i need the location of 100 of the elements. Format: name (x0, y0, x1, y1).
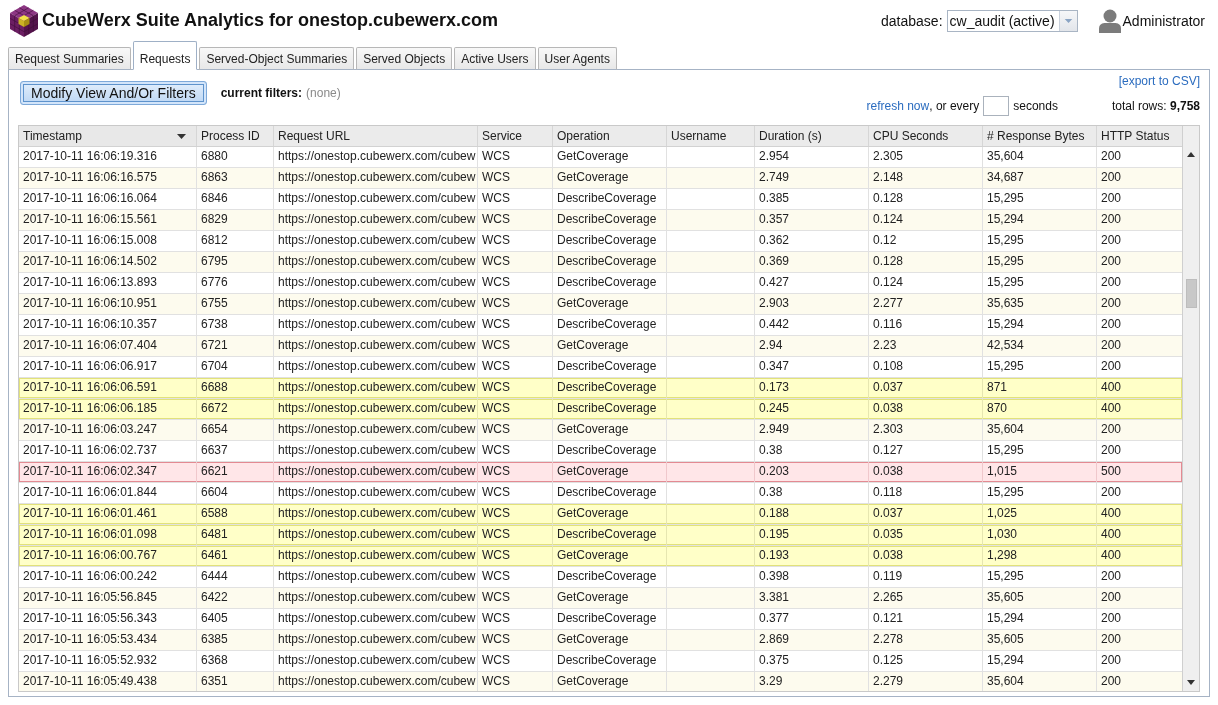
table-cell: 2017-10-11 16:06:13.893 (19, 273, 197, 293)
table-cell: https://onestop.cubewerx.com/cubew (274, 420, 478, 440)
table-cell: GetCoverage (553, 420, 667, 440)
refresh-interval-field[interactable] (983, 96, 1010, 116)
table-cell: 0.385 (755, 189, 869, 209)
table-cell: 6654 (197, 420, 274, 440)
table-cell: 2017-10-11 16:06:06.185 (19, 399, 197, 419)
table-cell: 2017-10-11 16:06:10.357 (19, 315, 197, 335)
table-cell: DescribeCoverage (553, 378, 667, 398)
table-cell: 1,025 (983, 504, 1097, 524)
table-cell: https://onestop.cubewerx.com/cubew (274, 231, 478, 251)
table-cell: WCS (478, 147, 553, 167)
table-cell: https://onestop.cubewerx.com/cubew (274, 588, 478, 608)
table-cell: WCS (478, 189, 553, 209)
table-cell: 15,294 (983, 651, 1097, 671)
table-cell: 2.148 (869, 168, 983, 188)
table-cell: 2017-10-11 16:05:52.932 (19, 651, 197, 671)
table-cell: 6812 (197, 231, 274, 251)
table-cell: 6422 (197, 588, 274, 608)
table-cell: https://onestop.cubewerx.com/cubew (274, 399, 478, 419)
table-cell: 0.12 (869, 231, 983, 251)
filters-value: (none) (306, 86, 341, 100)
table-cell: WCS (478, 504, 553, 524)
tab[interactable]: Served-Object Summaries (199, 47, 355, 70)
table-cell: 2.265 (869, 588, 983, 608)
table-cell: DescribeCoverage (553, 357, 667, 377)
table-cell: 15,295 (983, 189, 1097, 209)
table-cell: 2.279 (869, 672, 983, 691)
modify-filters-button[interactable]: Modify View And/Or Filters (20, 81, 207, 105)
database-select[interactable]: cw_audit (active) (946, 9, 1078, 32)
table-cell: 2.278 (869, 630, 983, 650)
table-cell: GetCoverage (553, 294, 667, 314)
refresh-now-link[interactable]: refresh now (866, 98, 930, 114)
table-cell: GetCoverage (553, 168, 667, 188)
table-cell: 2017-10-11 16:06:01.098 (19, 525, 197, 545)
table-cell: 2.303 (869, 420, 983, 440)
table-cell: 0.119 (869, 567, 983, 587)
table-cell: 34,687 (983, 168, 1097, 188)
table-cell: GetCoverage (553, 588, 667, 608)
export-csv-link[interactable]: [export to CSV] (1118, 73, 1200, 89)
tab[interactable]: Request Summaries (8, 47, 131, 70)
table-cell: 3.381 (755, 588, 869, 608)
table-cell: 6637 (197, 441, 274, 461)
tab[interactable]: Served Objects (356, 47, 453, 70)
user-name: Administrator (1122, 12, 1205, 29)
table-cell: 0.127 (869, 441, 983, 461)
table-cell: https://onestop.cubewerx.com/cubew (274, 273, 478, 293)
sort-descending-icon (177, 133, 186, 139)
table-cell: 6846 (197, 189, 274, 209)
tab[interactable]: User Agents (537, 47, 617, 70)
table-cell: 2017-10-11 16:06:16.064 (19, 189, 197, 209)
table-cell: https://onestop.cubewerx.com/cubew (274, 504, 478, 524)
tab[interactable]: Active Users (454, 47, 536, 70)
table-cell: WCS (478, 273, 553, 293)
table-cell: 2017-10-11 16:06:00.242 (19, 567, 197, 587)
table-cell: 1,030 (983, 525, 1097, 545)
table-cell: WCS (478, 651, 553, 671)
table-cell: 15,294 (983, 315, 1097, 335)
table-cell: 15,295 (983, 252, 1097, 272)
table-cell: 6880 (197, 147, 274, 167)
table-cell: 0.188 (755, 504, 869, 524)
table-cell: WCS (478, 336, 553, 356)
scroll-down-icon[interactable] (1187, 680, 1195, 685)
tab[interactable]: Requests (132, 41, 198, 70)
table-cell: 15,294 (983, 609, 1097, 629)
table-cell: WCS (478, 630, 553, 650)
table-cell: DescribeCoverage (553, 315, 667, 335)
table-cell: 6755 (197, 294, 274, 314)
table-cell: 6704 (197, 357, 274, 377)
table-cell: DescribeCoverage (553, 210, 667, 230)
table-cell: GetCoverage (553, 462, 667, 482)
table-cell: 0.038 (869, 399, 983, 419)
table-cell: 2017-10-11 16:05:56.343 (19, 609, 197, 629)
scroll-up-icon[interactable] (1187, 152, 1195, 157)
table-cell: GetCoverage (553, 630, 667, 650)
table-cell: WCS (478, 525, 553, 545)
table-cell: https://onestop.cubewerx.com/cubew (274, 210, 478, 230)
table-cell: 2017-10-11 16:06:03.247 (19, 420, 197, 440)
table-cell: 6863 (197, 168, 274, 188)
table-cell: 0.173 (755, 378, 869, 398)
table-cell: 0.038 (869, 546, 983, 566)
filters-label: current filters: (220, 86, 303, 100)
table-cell: 2017-10-11 16:05:53.434 (19, 630, 197, 650)
table-cell: 0.427 (755, 273, 869, 293)
cube-logo (8, 3, 40, 38)
table-cell: 35,604 (983, 147, 1097, 167)
scrollbar-thumb[interactable] (1185, 279, 1197, 308)
table-cell: 2017-10-11 16:06:06.591 (19, 378, 197, 398)
table-cell: WCS (478, 168, 553, 188)
table-cell: 0.038 (869, 462, 983, 482)
table-cell: 2017-10-11 16:06:16.575 (19, 168, 197, 188)
table-cell: 6604 (197, 483, 274, 503)
table-cell: 6385 (197, 630, 274, 650)
table-cell: DescribeCoverage (553, 189, 667, 209)
table-cell: https://onestop.cubewerx.com/cubew (274, 651, 478, 671)
table-cell: https://onestop.cubewerx.com/cubew (274, 357, 478, 377)
table-cell: DescribeCoverage (553, 609, 667, 629)
table-cell: 2017-10-11 16:06:15.008 (19, 231, 197, 251)
table-cell: WCS (478, 357, 553, 377)
table-cell: 2017-10-11 16:06:02.737 (19, 441, 197, 461)
